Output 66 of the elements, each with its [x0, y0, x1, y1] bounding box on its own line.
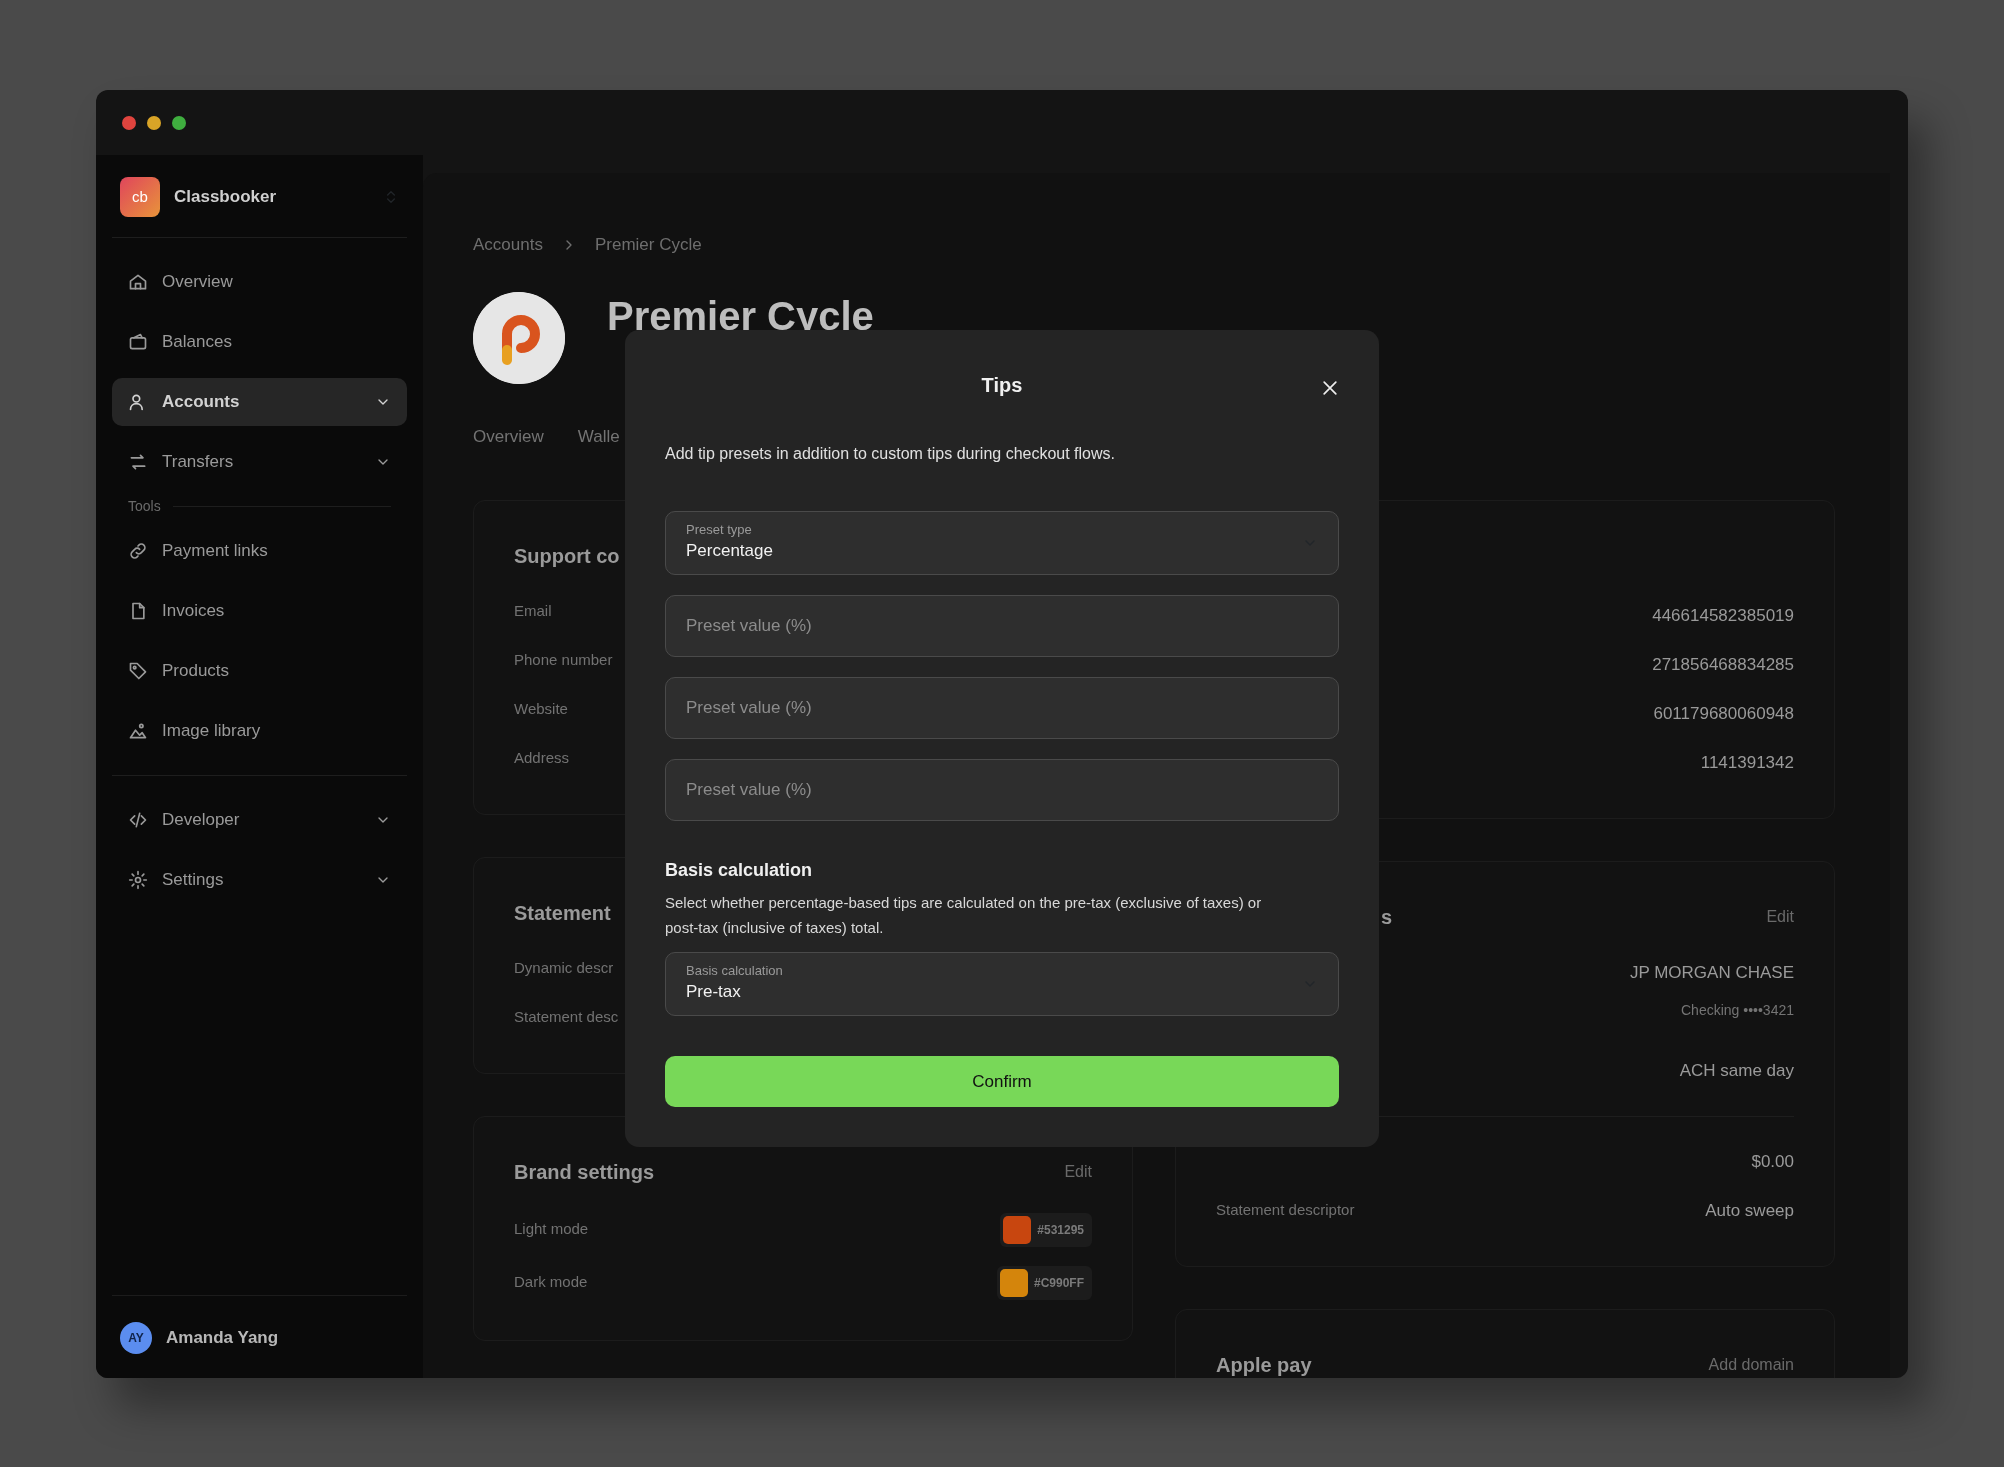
tag-icon [128, 661, 148, 681]
section-description: Select whether percentage-based tips are calculated on the pre-tax (exclusive of taxes) or post-tax (inclusive of taxes) total. [665, 893, 1263, 938]
page-title: Premier Cycle [607, 293, 874, 340]
card-action-link[interactable]: Add domain [1708, 1352, 1794, 1377]
section-label: Tools [112, 492, 407, 521]
sidebar-item[interactable]: Payment links [112, 527, 407, 575]
card-title: s [1381, 904, 1393, 930]
sidebar-item[interactable]: Overview [112, 258, 407, 306]
maximize-window-icon[interactable] [172, 115, 186, 130]
field-label: Email [514, 601, 552, 622]
breadcrumb-link[interactable]: Accounts [473, 232, 543, 258]
sidebar-item[interactable]: Balances [112, 318, 407, 366]
field-label: Dark mode [514, 1272, 588, 1293]
field-value: Checking ••••3421 [1681, 1001, 1794, 1020]
minimize-window-icon[interactable] [147, 115, 161, 130]
field-label: Phone number [514, 650, 613, 671]
card-title: Brand settings [514, 1159, 655, 1185]
field-value: ACH same day [1679, 1059, 1794, 1082]
input-field[interactable]: Preset value (%) [665, 677, 1339, 739]
field-value: Auto sweep [1705, 1199, 1794, 1222]
code-icon [128, 810, 148, 830]
field-value: 446614582385019 [1652, 604, 1794, 627]
field-label: Website [514, 699, 568, 720]
sidebar-item[interactable]: Accounts [112, 378, 407, 426]
card-title: Support co [514, 543, 620, 569]
link-icon [128, 541, 148, 561]
card-title: Apple pay [1216, 1352, 1312, 1378]
field-label: Address [514, 748, 570, 769]
select-field[interactable]: Basis calculation Pre-tax [665, 952, 1339, 1016]
sidebar-item[interactable]: Invoices [112, 587, 407, 635]
dialog-description: Add tip presets in addition to custom tips during checkout flows. [665, 444, 1116, 464]
field-value: 1141391342 [1700, 751, 1794, 774]
confirm-button[interactable]: Confirm [665, 1056, 1339, 1107]
sidebar-item[interactable]: Image library [112, 707, 407, 755]
section-heading: Basis calculation [665, 859, 814, 882]
field-label: Dynamic descr [514, 958, 614, 979]
field-value: 271856468834285 [1652, 653, 1794, 676]
color-code: #C990FF [1033, 1274, 1084, 1292]
close-window-icon[interactable] [122, 115, 136, 130]
sidebar-item[interactable]: Settings [112, 856, 407, 904]
select-field[interactable]: Preset type Percentage [665, 511, 1339, 575]
sidebar-item[interactable]: Products [112, 647, 407, 695]
field-label: Light mode [514, 1219, 589, 1240]
workspace-name: Classbooker [174, 186, 278, 209]
avatar: AY [120, 1322, 152, 1354]
user-name: Amanda Yang [166, 1327, 279, 1350]
field-value: $0.00 [1751, 1150, 1794, 1173]
input-field[interactable]: Preset value (%) [665, 595, 1339, 657]
image-icon [128, 721, 148, 741]
card-title: Statement [514, 900, 611, 926]
input-field[interactable]: Preset value (%) [665, 759, 1339, 821]
dialog-title: Tips [981, 373, 1023, 398]
field-label: Statement desc [514, 1007, 619, 1028]
tab[interactable]: Walle [577, 424, 620, 456]
workspace-logo: cb [120, 177, 160, 217]
field-value: JP MORGAN CHASE [1629, 961, 1794, 984]
breadcrumb-link[interactable]: Premier Cycle [594, 232, 702, 258]
color-code: #531295 [1037, 1221, 1084, 1239]
sidebar-item[interactable]: Transfers [112, 438, 407, 486]
house-icon [128, 272, 148, 292]
arrows-icon [128, 452, 148, 472]
tab[interactable]: Overview [473, 424, 544, 456]
field-label: Statement descriptor [1216, 1200, 1355, 1221]
field-value: 601179680060948 [1653, 702, 1794, 725]
wallet-icon [128, 332, 148, 352]
sidebar-item[interactable]: Developer [112, 796, 407, 844]
